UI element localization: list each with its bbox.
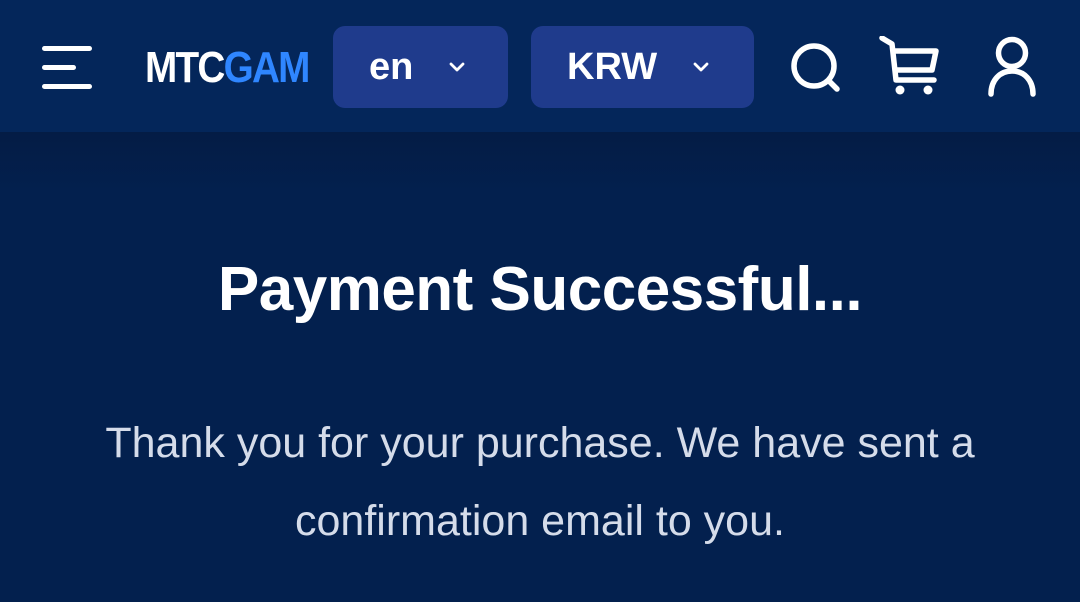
top-nav-bar: MTCGAME en KRW: [0, 0, 1080, 132]
currency-value: KRW: [567, 46, 658, 88]
logo-text-mtc: MTC: [145, 44, 225, 92]
confirmation-message: Thank you for your purchase. We have sen…: [105, 419, 975, 545]
menu-button[interactable]: [38, 42, 96, 94]
chevron-down-icon: [691, 57, 711, 77]
header-shadow: [0, 132, 1080, 192]
currency-selector[interactable]: KRW: [531, 26, 754, 108]
menu-icon: [38, 42, 96, 94]
account-button[interactable]: [984, 36, 1040, 98]
language-value: en: [369, 46, 414, 88]
search-button[interactable]: [788, 36, 842, 98]
page-title: Payment Successful...: [217, 255, 863, 324]
site-logo[interactable]: MTCGAME: [145, 44, 310, 92]
cart-button[interactable]: [878, 36, 942, 98]
user-icon: [984, 36, 1040, 98]
logo-text-game: GAME: [223, 44, 311, 92]
cart-icon: [878, 36, 942, 98]
chevron-down-icon: [447, 57, 467, 77]
search-icon: [788, 36, 842, 98]
language-selector[interactable]: en: [333, 26, 508, 108]
